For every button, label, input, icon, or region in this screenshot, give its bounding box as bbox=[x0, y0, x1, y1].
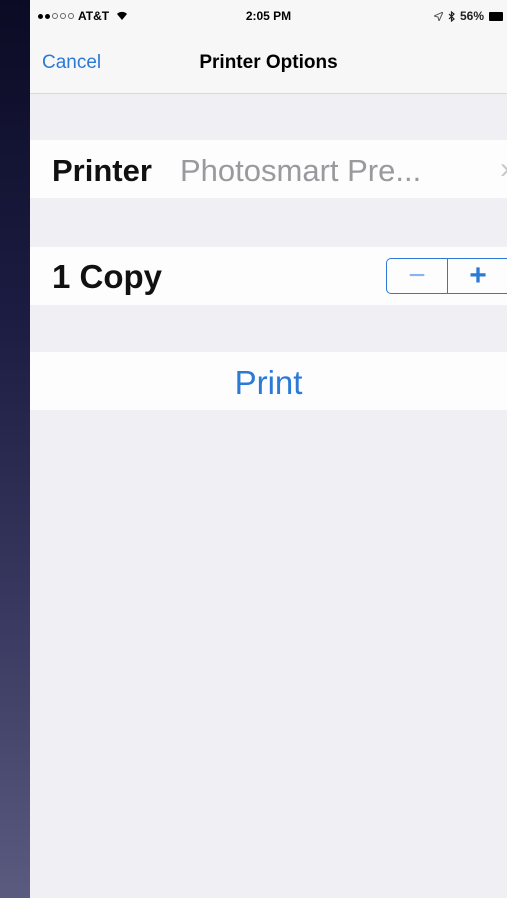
printer-options-screen: AT&T 2:05 PM 56% Cancel Printer Options … bbox=[30, 0, 507, 898]
status-bar: AT&T 2:05 PM 56% bbox=[30, 0, 507, 30]
page-title: Printer Options bbox=[199, 52, 338, 73]
copies-row: 1 Copy − + bbox=[30, 247, 507, 305]
battery-percent: 56% bbox=[459, 9, 484, 23]
copies-label: 1 Copy bbox=[52, 258, 163, 295]
printer-value: Photosmart Pre... bbox=[180, 153, 422, 188]
decrement-button[interactable]: − bbox=[387, 259, 448, 293]
chevron-right-icon: › bbox=[500, 152, 507, 186]
nav-bar: Cancel Printer Options bbox=[30, 30, 507, 94]
print-row: Print bbox=[30, 352, 507, 410]
bluetooth-icon bbox=[448, 10, 455, 22]
increment-button[interactable]: + bbox=[448, 259, 507, 293]
printer-label: Printer bbox=[52, 153, 152, 188]
copies-stepper: − + bbox=[386, 258, 507, 294]
printer-row[interactable]: Printer Photosmart Pre... › bbox=[30, 140, 507, 198]
location-icon bbox=[433, 11, 443, 21]
battery-icon bbox=[489, 11, 503, 21]
status-right: 56% bbox=[433, 9, 503, 23]
print-button[interactable]: Print bbox=[30, 364, 507, 402]
